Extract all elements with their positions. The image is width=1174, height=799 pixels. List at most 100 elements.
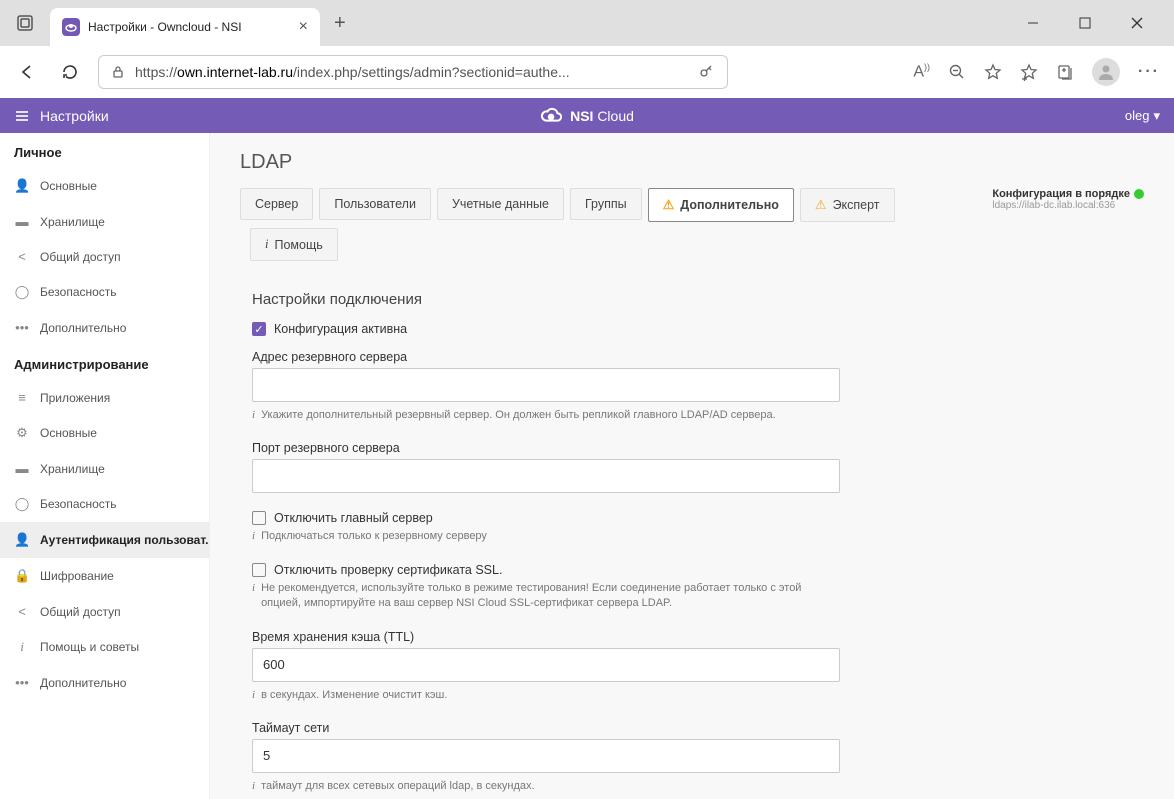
checkbox-icon [252, 511, 266, 525]
timeout-label: Таймаут сети [252, 721, 840, 735]
checkbox-icon [252, 563, 266, 577]
refresh-button[interactable] [56, 58, 84, 86]
backup-host-label: Адрес резервного сервера [252, 350, 840, 364]
timeout-hint: iтаймаут для всех сетевых операций ldap,… [252, 779, 840, 794]
tab-advanced[interactable]: ⚠Дополнительно [648, 188, 794, 222]
tab-expert[interactable]: ⚠Эксперт [800, 188, 895, 222]
sidebar-item-security[interactable]: ◯Безопасность [0, 274, 209, 310]
disable-main-checkbox[interactable]: Отключить главный сервер [252, 511, 840, 525]
sidebar: Личное 👤Основные ▬Хранилище <Общий досту… [0, 133, 210, 799]
info-icon: i [252, 581, 255, 612]
url-text: https://own.internet-lab.ru/index.php/se… [135, 64, 570, 80]
ttl-input[interactable] [252, 648, 840, 682]
sidebar-item-storage[interactable]: ▬Хранилище [0, 204, 209, 239]
disable-ssl-checkbox[interactable]: Отключить проверку сертификата SSL. [252, 563, 840, 577]
section-title: Настройки подключения [252, 291, 1144, 308]
content: LDAP Сервер Пользователи Учетные данные … [210, 133, 1174, 799]
sidebar-item-help-tips[interactable]: iПомощь и советы [0, 629, 209, 665]
close-icon[interactable] [1130, 16, 1154, 30]
brand[interactable]: NSI Cloud [540, 105, 634, 127]
user-menu[interactable]: oleg ▾ [1125, 108, 1160, 124]
browser-toolbar: https://own.internet-lab.ru/index.php/se… [0, 46, 1174, 98]
sidebar-item-general[interactable]: 👤Основные [0, 168, 209, 204]
browser-tab[interactable]: Настройки - Owncloud - NSI × [50, 8, 320, 46]
ttl-hint: iв секундах. Изменение очистит кэш. [252, 688, 840, 703]
disable-ssl-hint: iНе рекомендуется, используйте только в … [252, 581, 840, 612]
disable-main-hint: iПодключаться только к резервному сервер… [252, 529, 840, 544]
sidebar-item-admin-additional[interactable]: •••Дополнительно [0, 665, 209, 700]
sidebar-item-admin-storage[interactable]: ▬Хранилище [0, 451, 209, 486]
help-button[interactable]: iПомощь [250, 228, 338, 261]
sidebar-item-additional[interactable]: •••Дополнительно [0, 310, 209, 345]
checkbox-icon: ✓ [252, 322, 266, 336]
sidebar-section-admin: Администрирование [0, 345, 209, 380]
sidebar-item-sharing[interactable]: <Общий доступ [0, 239, 209, 274]
cloud-icon [540, 105, 562, 127]
config-active-checkbox[interactable]: ✓ Конфигурация активна [252, 322, 840, 336]
favorites-icon[interactable] [984, 63, 1002, 81]
tab-title: Настройки - Owncloud - NSI [88, 20, 289, 34]
tab-favicon-icon [62, 18, 80, 36]
warning-icon: ⚠ [663, 197, 675, 213]
profile-avatar[interactable] [1092, 58, 1120, 86]
lock-icon [111, 65, 125, 79]
sidebar-section-personal: Личное [0, 133, 209, 168]
status-dot-icon [1134, 189, 1144, 199]
url-bar[interactable]: https://own.internet-lab.ru/index.php/se… [98, 55, 728, 89]
key-icon[interactable] [699, 64, 715, 80]
info-icon: i [252, 408, 255, 423]
sidebar-item-user-auth[interactable]: 👤Аутентификация пользоват... [0, 522, 209, 558]
titlebar: Настройки - Owncloud - NSI × + [0, 0, 1174, 46]
shield-icon: ◯ [14, 496, 30, 512]
backup-port-label: Порт резервного сервера [252, 441, 840, 455]
collections-icon[interactable] [1056, 63, 1074, 81]
info-icon: i [252, 688, 255, 703]
read-aloud-icon[interactable]: A)) [913, 62, 930, 81]
back-button[interactable] [14, 58, 42, 86]
zoom-out-icon[interactable] [948, 63, 966, 81]
new-tab-button[interactable]: + [334, 12, 346, 35]
info-icon: i [14, 639, 30, 655]
ttl-label: Время хранения кэша (TTL) [252, 630, 840, 644]
tab-close-icon[interactable]: × [299, 18, 308, 36]
folder-icon: ▬ [14, 461, 30, 476]
sidebar-item-admin-security[interactable]: ◯Безопасность [0, 486, 209, 522]
backup-host-input[interactable] [252, 368, 840, 402]
share-icon: < [14, 249, 30, 264]
favorites-bar-icon[interactable] [1020, 63, 1038, 81]
tab-overview-icon[interactable] [10, 8, 40, 38]
window-controls [1026, 16, 1164, 30]
sidebar-item-admin-sharing[interactable]: <Общий доступ [0, 594, 209, 629]
backup-port-input[interactable] [252, 459, 840, 493]
tab-credentials[interactable]: Учетные данные [437, 188, 564, 220]
info-icon: i [252, 529, 255, 544]
page-title: LDAP [240, 151, 1144, 174]
chevron-down-icon: ▾ [1153, 108, 1160, 124]
sidebar-item-apps[interactable]: ≡Приложения [0, 380, 209, 415]
dots-icon: ••• [14, 320, 30, 335]
info-icon: i [252, 779, 255, 794]
more-icon[interactable]: ··· [1138, 63, 1160, 81]
user-icon: 👤 [14, 532, 30, 548]
sidebar-item-encryption[interactable]: 🔒Шифрование [0, 558, 209, 594]
maximize-icon[interactable] [1078, 16, 1102, 30]
brand-nsi: NSI [570, 108, 593, 124]
app-header-title: Настройки [40, 108, 109, 124]
list-icon: ≡ [14, 390, 30, 405]
user-name: oleg [1125, 108, 1150, 123]
folder-icon: ▬ [14, 214, 30, 229]
warning-icon: ⚠ [815, 197, 827, 213]
minimize-icon[interactable] [1026, 16, 1050, 30]
sidebar-item-admin-general[interactable]: ⚙Основные [0, 415, 209, 451]
share-icon: < [14, 604, 30, 619]
brand-cloud: Cloud [597, 108, 634, 124]
gear-icon: ⚙ [14, 425, 30, 441]
tab-server[interactable]: Сервер [240, 188, 313, 220]
tab-users[interactable]: Пользователи [319, 188, 431, 220]
menu-icon[interactable] [14, 108, 30, 124]
backup-host-hint: iУкажите дополнительный резервный сервер… [252, 408, 840, 423]
ldap-tabs: Сервер Пользователи Учетные данные Групп… [240, 188, 1144, 261]
timeout-input[interactable] [252, 739, 840, 773]
tab-groups[interactable]: Группы [570, 188, 642, 220]
lock-icon: 🔒 [14, 568, 30, 584]
